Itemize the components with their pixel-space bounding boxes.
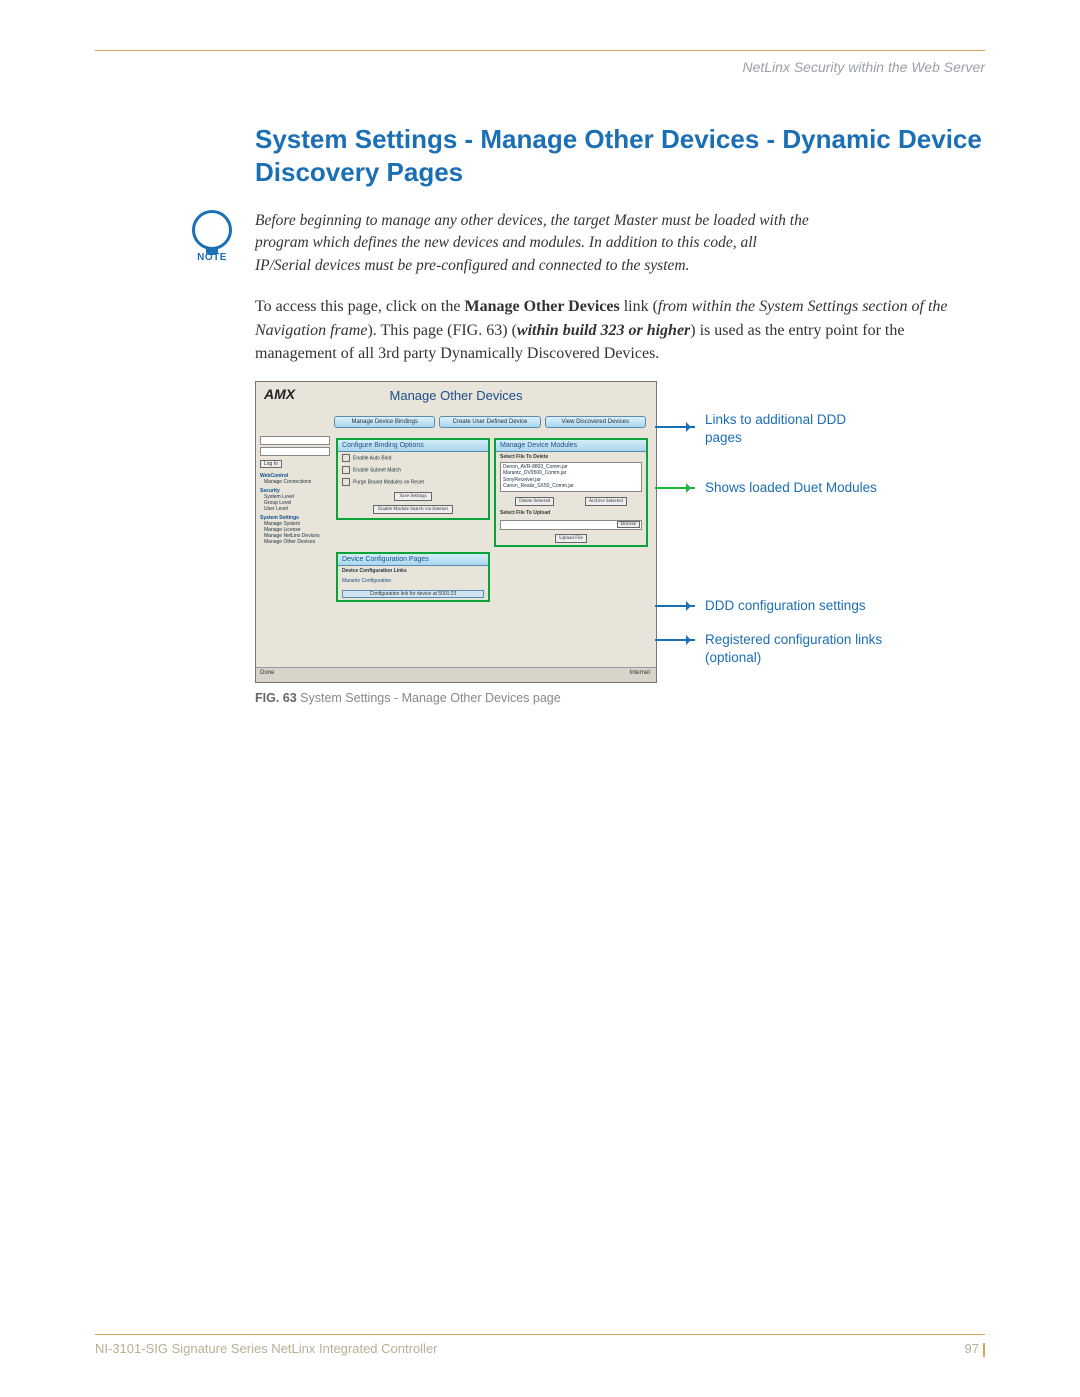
- para-bolditalic: within build 323 or higher: [517, 322, 690, 339]
- enable-module-search-button[interactable]: Enable Module Search via Internet: [373, 505, 453, 514]
- note-icon: NOTE: [187, 210, 237, 263]
- annotation-duet-modules: Shows loaded Duet Modules: [705, 479, 935, 497]
- panel-manage-modules: Manage Device Modules Select File To Del…: [494, 438, 648, 547]
- list-item[interactable]: Canon_Realis_SX50_Comm.jar: [503, 483, 639, 490]
- nav-manage-connections[interactable]: Manage Connections: [264, 479, 330, 485]
- delete-selected-button[interactable]: Delete Selected: [515, 497, 554, 506]
- body-paragraph: To access this page, click on the Manage…: [255, 295, 985, 365]
- status-internet: Internet: [630, 670, 650, 676]
- page-footer: NI-3101-SIG Signature Series NetLinx Int…: [95, 1334, 985, 1357]
- footer-page-number: 97: [965, 1341, 979, 1356]
- screenshot-left-nav: Log In WebControl Manage Connections Sec…: [260, 434, 330, 545]
- header-section: NetLinx Security within the Web Server: [95, 59, 985, 75]
- screenshot-statusbar: Done Internet: [256, 667, 656, 682]
- tab-view-discovered[interactable]: View Discovered Devices: [545, 416, 646, 428]
- tab-create-user-device[interactable]: Create User Defined Device: [439, 416, 540, 428]
- arrow-icon: [655, 487, 695, 489]
- nav-user-level[interactable]: User Level: [264, 506, 330, 512]
- password-field[interactable]: [260, 447, 330, 456]
- para-mid2: ). This page (FIG. 63) (: [367, 322, 516, 339]
- label-select-delete: Select File To Delete: [496, 452, 646, 462]
- checkbox-icon[interactable]: [342, 466, 350, 474]
- page-title: System Settings - Manage Other Devices -…: [255, 123, 985, 188]
- opt-auto-bind[interactable]: Enable Auto Bind: [338, 452, 488, 464]
- header-rule: [95, 50, 985, 51]
- para-mid1: link (: [620, 298, 658, 315]
- archive-selected-button[interactable]: Archive Selected: [585, 497, 627, 506]
- panel2-header: Manage Device Modules: [496, 440, 646, 452]
- upload-file-button[interactable]: Upload File: [555, 534, 587, 543]
- tab-manage-bindings[interactable]: Manage Device Bindings: [334, 416, 435, 428]
- label-select-upload: Select File To Upload: [496, 508, 646, 518]
- screenshot-tabs: Manage Device Bindings Create User Defin…: [334, 416, 646, 428]
- figure-caption: FIG. 63 System Settings - Manage Other D…: [255, 691, 985, 705]
- opt-subnet-match[interactable]: Enable Subnet Match: [338, 464, 488, 476]
- panel-device-config-pages: Device Configuration Pages Device Config…: [336, 552, 490, 602]
- lightbulb-icon: [192, 210, 232, 250]
- annotation-ddd-config: DDD configuration settings: [705, 597, 935, 615]
- figure-wrap: AMX Manage Other Devices Manage Device B…: [255, 381, 995, 683]
- footer-bar-icon: [983, 1343, 985, 1357]
- panel1-header: Configure Binding Options: [338, 440, 488, 452]
- browse-button[interactable]: Browse: [617, 521, 640, 528]
- caption-fig: FIG. 63: [255, 691, 297, 705]
- document-page: NetLinx Security within the Web Server S…: [0, 0, 1080, 1397]
- status-done: Done: [260, 670, 274, 676]
- annotation-registered-links: Registered configuration links (optional…: [705, 631, 905, 667]
- checkbox-icon[interactable]: [342, 454, 350, 462]
- module-list[interactable]: Denon_AVR-8803_Comm.jar Marantz_DV9500_C…: [500, 462, 642, 492]
- checkbox-icon[interactable]: [342, 478, 350, 486]
- login-button[interactable]: Log In: [260, 460, 282, 468]
- marantz-config-link[interactable]: Marantz Configuration: [338, 576, 488, 586]
- footer-doc-title: NI-3101-SIG Signature Series NetLinx Int…: [95, 1341, 438, 1357]
- arrow-icon: [655, 639, 695, 641]
- annotation-ddd-pages: Links to additional DDD pages: [705, 411, 865, 447]
- panel-configure-binding: Configure Binding Options Enable Auto Bi…: [336, 438, 490, 520]
- arrow-icon: [655, 605, 695, 607]
- caption-text: System Settings - Manage Other Devices p…: [297, 691, 561, 705]
- device-config-links-label: Device Configuration Links: [338, 566, 488, 576]
- save-settings-button[interactable]: Save Settings: [394, 492, 431, 501]
- username-field[interactable]: [260, 436, 330, 445]
- screenshot: AMX Manage Other Devices Manage Device B…: [255, 381, 657, 683]
- upload-field[interactable]: Browse: [500, 520, 642, 530]
- opt-purge-modules[interactable]: Purge Bound Modules on Reset: [338, 476, 488, 488]
- para-bold1: Manage Other Devices: [464, 298, 619, 315]
- arrow-icon: [655, 426, 695, 428]
- panel3-header: Device Configuration Pages: [338, 554, 488, 566]
- note-block: NOTE Before beginning to manage any othe…: [95, 210, 985, 277]
- config-link-device[interactable]: Configuration link for device at 5001:23: [342, 590, 484, 598]
- para-pre: To access this page, click on the: [255, 298, 464, 315]
- screenshot-title: Manage Other Devices: [256, 388, 656, 403]
- nav-manage-other[interactable]: Manage Other Devices: [264, 539, 330, 545]
- note-text: Before beginning to manage any other dev…: [255, 210, 815, 277]
